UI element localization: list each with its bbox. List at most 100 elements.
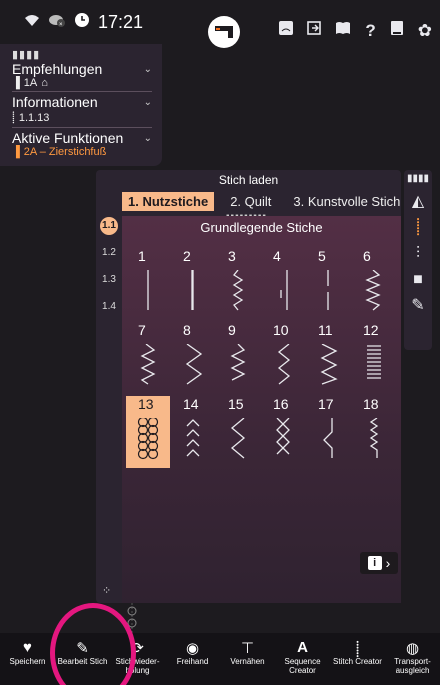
stitch-tabs: 1. Nutzstiche 2. Quilt 3. Kunstvolle Sti… <box>96 190 401 212</box>
folder-icon[interactable]: ■ <box>413 272 423 288</box>
stitch-number: 7 <box>138 322 146 338</box>
stitch-number: 6 <box>363 248 371 264</box>
stitch-cell-1[interactable]: 1 <box>126 248 170 320</box>
drag-handle-icon[interactable]: ▮▮▮▮ <box>12 48 152 61</box>
freehand-button[interactable]: ◉ Freihand <box>165 633 220 685</box>
sequence-icon: A <box>297 639 308 656</box>
stitch-pattern-icon <box>369 418 379 458</box>
subcategory-item[interactable]: 1.3 <box>96 270 122 297</box>
stitch-cell-13[interactable]: 13 <box>126 396 170 468</box>
edit-icon[interactable]: ✎ <box>411 298 424 314</box>
stitch-cell-9[interactable]: 9 <box>216 322 260 394</box>
help-icon[interactable]: ? <box>365 22 375 39</box>
tab-utility-stitches[interactable]: 1. Nutzstiche <box>122 191 215 211</box>
save-button[interactable]: ♥ Speichern <box>0 633 55 685</box>
chevron-down-icon[interactable]: ⌄ <box>144 97 152 108</box>
chevron-right-icon: › <box>385 555 391 571</box>
stitch-pattern-icon <box>191 270 194 310</box>
information-section[interactable]: Informationen ⌄ ⸽ 1.1.13 <box>12 94 152 128</box>
foot-icon[interactable]: ◭ <box>412 194 424 210</box>
stitch-cell-8[interactable]: 8 <box>171 322 215 394</box>
stitch-cell-16[interactable]: 16 <box>261 396 305 468</box>
subcategory-item[interactable]: 1.1 <box>96 216 122 243</box>
notebook-icon[interactable] <box>390 20 404 40</box>
stitch-pattern-icon <box>232 270 244 311</box>
stitch-pattern-icon <box>147 270 149 310</box>
stitch-pattern-icon <box>230 344 246 381</box>
clock-icon <box>74 12 90 32</box>
subcategory-list: 1.1 1.2 1.3 1.4 <box>96 216 122 324</box>
stitch-pattern-icon <box>137 418 159 460</box>
stitch-cell-7[interactable]: 7 <box>126 322 170 394</box>
exit-icon[interactable] <box>307 21 322 39</box>
presser-foot-icon: ▐ <box>12 146 20 158</box>
heart-icon: ♥ <box>23 639 32 656</box>
stitch-number: 2 <box>183 248 191 264</box>
stitch-pattern-icon <box>367 345 381 379</box>
stitch-cell-10[interactable]: 10 <box>261 322 305 394</box>
stitch-cell-18[interactable]: 18 <box>351 396 395 468</box>
stitch-number: 18 <box>363 396 379 412</box>
tab-decorative[interactable]: 3. Kunstvolle Stich <box>287 192 401 211</box>
active-functions-section[interactable]: Aktive Funktionen ⌄ ▐ 2A – Zierstichfuß <box>12 130 152 160</box>
tab-quilt[interactable]: 2. Quilt <box>224 192 277 211</box>
tie-off-icon: ⊤ <box>240 640 255 657</box>
stitch-cell-6[interactable]: 6 <box>351 248 395 320</box>
stitch-pattern-icon <box>323 418 333 458</box>
stitch-cell-17[interactable]: 17 <box>306 396 350 468</box>
stitch-cell-15[interactable]: 15 <box>216 396 260 468</box>
freehand-icon: ◉ <box>185 640 200 657</box>
active-foot: 2A – Zierstichfuß <box>23 146 107 158</box>
stitch-number: 3 <box>228 248 236 264</box>
balance-button[interactable]: ◍ Transport-ausgleich <box>385 633 440 685</box>
wifi-square-icon[interactable] <box>279 21 294 39</box>
chevron-down-icon[interactable]: ⌄ <box>144 64 152 75</box>
stitch-number: 5 <box>318 248 326 264</box>
stitch-pattern-icon <box>186 419 200 457</box>
svg-text:×: × <box>59 22 63 27</box>
sequence-creator-button[interactable]: A Sequence Creator <box>275 633 330 685</box>
information-title: Informationen <box>12 94 98 110</box>
stitch-icon[interactable]: ⸽ <box>416 220 420 236</box>
info-button[interactable]: i › <box>360 552 398 574</box>
dialog-title: Stich laden <box>218 173 279 187</box>
stitch-cell-2[interactable]: 2 <box>171 248 215 320</box>
subcategory-item[interactable]: 1.4 <box>96 297 122 324</box>
stitch-pattern-icon <box>230 418 246 459</box>
stitch-cell-4[interactable]: 4 <box>261 248 305 320</box>
stitch-cell-12[interactable]: 12 <box>351 322 395 394</box>
clock-time: 17:21 <box>98 11 144 32</box>
stitch-cell-14[interactable]: 14 <box>171 396 215 468</box>
status-bar: × 17:21 ? ✿ <box>0 0 440 48</box>
stitch-cell-3[interactable]: 3 <box>216 248 260 320</box>
stitch-pattern-icon <box>185 344 203 385</box>
stitch-pattern-icon <box>276 418 290 455</box>
stitch-number: 13 <box>138 396 154 412</box>
sewing-machine-icon[interactable] <box>208 16 240 48</box>
stitch-number: 11 <box>318 322 333 338</box>
gear-icon[interactable]: ✿ <box>418 22 432 39</box>
stitch-number: 1.1.13 <box>18 111 50 124</box>
book-icon[interactable] <box>335 21 351 39</box>
recommendations-section[interactable]: Empfehlungen ⌄ ▐ 1A ⌂ <box>12 61 152 92</box>
stitch-pattern-icon <box>140 344 156 385</box>
stitch-number: 4 <box>273 248 281 264</box>
presser-foot-icon: ▐ <box>12 77 20 89</box>
info-panel: ▮▮▮▮ Empfehlungen ⌄ ▐ 1A ⌂ Informationen ⌄ ⸽… <box>0 44 162 166</box>
stitch-number: 16 <box>273 396 289 412</box>
chevron-down-icon[interactable]: ⌄ <box>144 133 152 144</box>
stitch-cell-11[interactable]: 11 <box>306 322 350 394</box>
stitch-creator-button[interactable]: ⸽ Stitch Creator <box>330 633 385 685</box>
wifi-icon <box>24 13 40 31</box>
stitch-creator-icon: ⸽ <box>355 641 360 658</box>
stitch-number: 8 <box>183 322 191 338</box>
stitch-icon: ⸽ <box>12 112 15 124</box>
stitch-number: 10 <box>273 322 289 338</box>
stitch-cell-5[interactable]: 5 <box>306 248 350 320</box>
stitch-list-icon[interactable]: ⫶ <box>416 246 420 262</box>
category-title: Grundlegende Stiche <box>200 220 323 235</box>
drag-handle-icon[interactable]: ▮▮▮▮ <box>407 174 429 184</box>
tie-off-button[interactable]: ⊤ Vernähen <box>220 633 275 685</box>
grid-view-icon[interactable]: ⁘ <box>102 584 111 597</box>
subcategory-item[interactable]: 1.2 <box>96 243 122 270</box>
